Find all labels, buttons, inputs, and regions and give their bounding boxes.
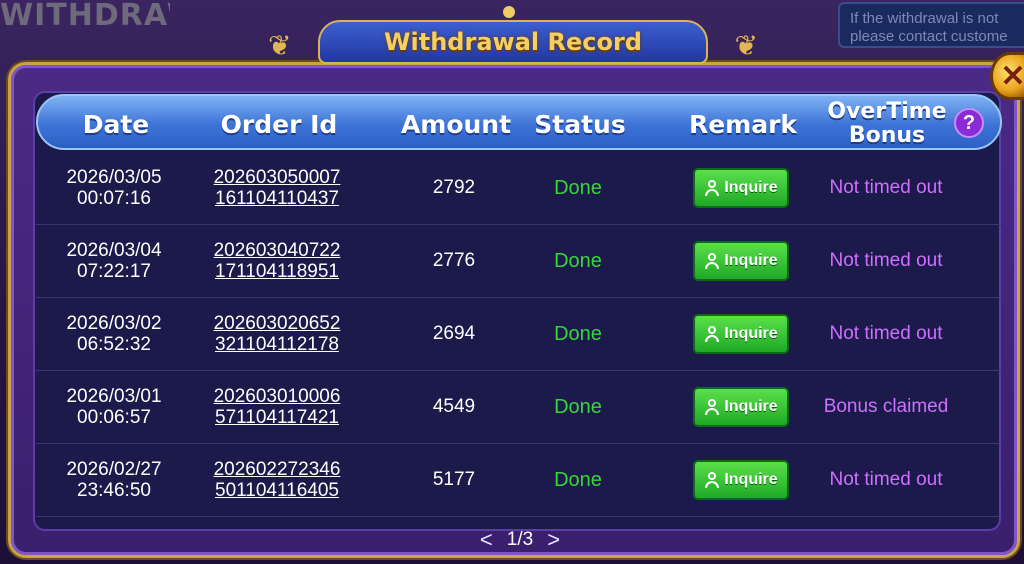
table-row: 2026/03/05 00:07:16 202603050007 1611041… [36,152,1002,225]
date-value: 2026/03/02 [66,313,162,334]
background-notice: If the withdrawal is not please contact … [838,2,1024,48]
row-remark: Inquire [686,298,796,370]
row-remark: Inquire [686,225,796,297]
support-agent-icon [704,180,720,196]
support-agent-icon [704,472,720,488]
order-id-part-2: 321104112178 [215,334,339,355]
dialog-title-cartouche: ❦ ❦ Withdrawal Record [258,6,768,72]
row-overtime-bonus: Not timed out [829,469,943,490]
row-order-id-link[interactable]: 202603040722 171104118951 [192,225,362,297]
row-order-id-link[interactable]: 202603010006 571104117421 [192,371,362,443]
row-amount: 4549 [432,396,476,417]
table-row: 2026/03/04 07:22:17 202603040722 1711041… [36,225,1002,298]
support-agent-icon [704,253,720,269]
inquire-button[interactable]: Inquire [693,168,789,208]
row-overtime-bonus: Not timed out [829,177,943,198]
row-order-id-link[interactable]: 202602272346 501104116405 [192,444,362,516]
notice-line-1: If the withdrawal is not [850,10,999,27]
table-header: Date Order Id Amount Status Remark OverT… [36,94,1002,150]
row-overtime-bonus: Not timed out [829,250,943,271]
inquire-button[interactable]: Inquire [693,314,789,354]
inquire-label: Inquire [724,179,778,196]
scroll-ornament-right-icon: ❦ [734,30,758,61]
row-date: 2026/03/01 00:06:57 [36,371,192,443]
row-date: 2026/03/02 06:52:32 [36,298,192,370]
inquire-label: Inquire [724,398,778,415]
order-id-part-1: 202603020652 [213,313,341,334]
row-overtime-bonus: Not timed out [829,323,943,344]
row-remark: Inquire [686,444,796,516]
column-header-overtime-bonus: OverTime Bonus [822,96,952,152]
inquire-label: Inquire [724,325,778,342]
page-indicator: 1/3 [506,529,534,550]
row-status: Done [554,176,602,199]
inquire-label: Inquire [724,471,778,488]
inquire-button[interactable]: Inquire [693,460,789,500]
table-row: 2026/03/01 00:06:57 202603010006 5711041… [36,371,1002,444]
order-id-part-1: 202603050007 [213,167,341,188]
inquire-label: Inquire [724,252,778,269]
order-id-part-1: 202603040722 [213,240,341,261]
dialog-title: Withdrawal Record [384,28,642,56]
close-button[interactable]: ✕ [990,52,1024,100]
order-id-part-2: 161104110437 [215,188,339,209]
time-value: 00:07:16 [77,188,151,209]
row-date: 2026/02/27 23:46:50 [36,444,192,516]
date-value: 2026/03/05 [66,167,162,188]
notice-line-2: please contact custome [850,28,1008,45]
time-value: 00:06:57 [77,407,151,428]
row-overtime-bonus: Bonus claimed [823,396,949,417]
row-remark: Inquire [686,152,796,224]
inquire-button[interactable]: Inquire [693,387,789,427]
row-status: Done [554,249,602,272]
support-agent-icon [704,399,720,415]
order-id-part-1: 202602272346 [213,459,341,480]
row-amount: 2694 [432,323,476,344]
date-value: 2026/03/01 [66,386,162,407]
pagination: < 1/3 > [470,526,570,554]
row-order-id-link[interactable]: 202603050007 161104110437 [192,152,362,224]
row-date: 2026/03/04 07:22:17 [36,225,192,297]
date-value: 2026/02/27 [66,459,162,480]
background-withdraw-title: WITHDRAW [0,0,170,33]
column-header-remark: Remark [688,109,798,139]
column-header-order-id: Order Id [220,109,338,139]
row-status: Done [554,322,602,345]
overtime-bonus-line-1: OverTime [827,99,947,124]
row-remark: Inquire [686,371,796,443]
order-id-part-2: 571104117421 [215,407,339,428]
title-ornament-top [503,6,515,18]
column-header-amount: Amount [400,109,512,139]
column-header-status: Status [534,109,626,139]
order-id-part-2: 171104118951 [215,261,339,282]
withdrawal-record-list: 2026/03/05 00:07:16 202603050007 1611041… [36,152,1002,517]
support-agent-icon [704,326,720,342]
overtime-bonus-line-2: Bonus [848,123,926,148]
order-id-part-1: 202603010006 [213,386,341,407]
row-status: Done [554,395,602,418]
table-row: 2026/02/27 23:46:50 202602272346 5011041… [36,444,1002,517]
time-value: 07:22:17 [77,261,151,282]
date-value: 2026/03/04 [66,240,162,261]
row-amount: 2776 [432,250,476,271]
column-header-date: Date [82,109,150,139]
time-value: 23:46:50 [77,480,151,501]
prev-page-chevron-icon[interactable]: < [480,527,493,553]
table-row: 2026/03/02 06:52:32 202603020652 3211041… [36,298,1002,371]
next-page-chevron-icon[interactable]: > [547,527,560,553]
row-amount: 5177 [432,469,476,490]
row-amount: 2792 [432,177,476,198]
row-date: 2026/03/05 00:07:16 [36,152,192,224]
scroll-ornament-left-icon: ❦ [268,30,292,61]
close-x-icon: ✕ [1000,59,1024,93]
time-value: 06:52:32 [77,334,151,355]
inquire-button[interactable]: Inquire [693,241,789,281]
help-question-icon[interactable]: ? [954,108,984,138]
order-id-part-2: 501104116405 [215,480,339,501]
row-status: Done [554,468,602,491]
row-order-id-link[interactable]: 202603020652 321104112178 [192,298,362,370]
